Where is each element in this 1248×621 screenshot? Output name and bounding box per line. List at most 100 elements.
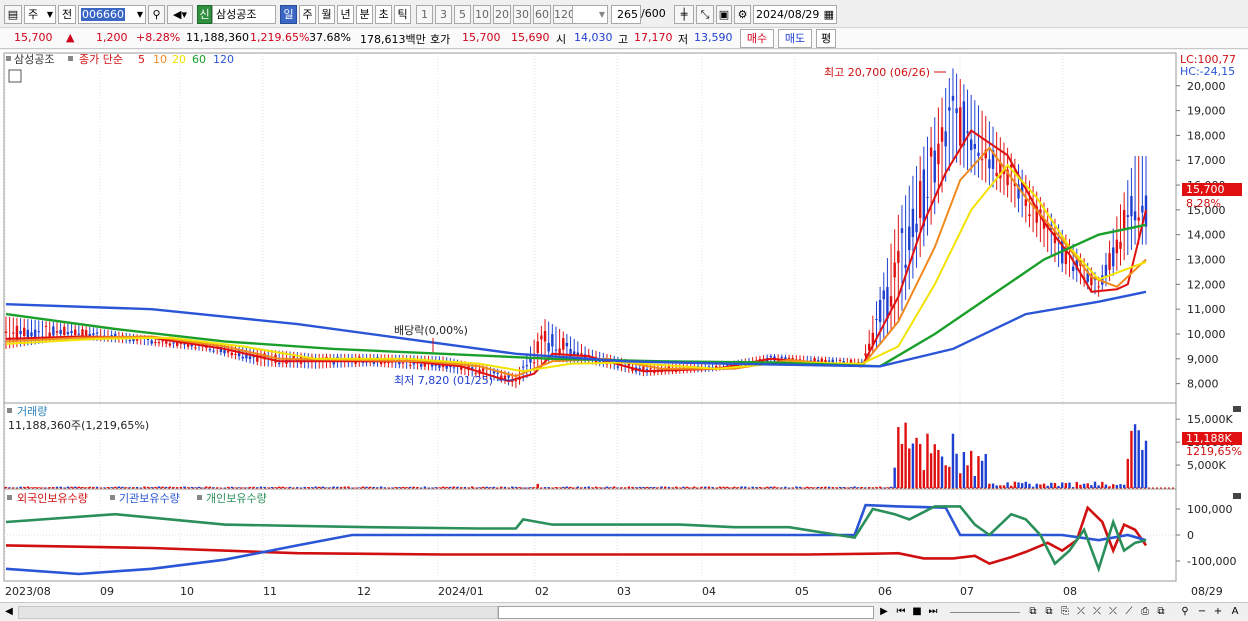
- legend-foreign: 외국인보유수량: [17, 492, 88, 505]
- first-page-icon[interactable]: ⏮: [894, 605, 908, 620]
- new-badge[interactable]: 신: [197, 5, 212, 24]
- volume-bar: [835, 487, 838, 488]
- volume-tick-label: 5,000K: [1187, 459, 1226, 472]
- market-select[interactable]: 주 ▼: [24, 5, 56, 24]
- buy-button[interactable]: 매수: [740, 29, 774, 48]
- trend-icon[interactable]: ⤫: [1074, 605, 1088, 620]
- price-tick-label: 10,000: [1187, 328, 1226, 341]
- volume-bar: [554, 487, 558, 488]
- interval-button[interactable]: 20: [493, 5, 511, 24]
- interval-button[interactable]: 60: [533, 5, 551, 24]
- period-button[interactable]: 초: [375, 5, 392, 24]
- volume-bar: [1115, 485, 1119, 488]
- chart-area[interactable]: 20,00019,00018,00017,00016,00015,00014,0…: [0, 50, 1248, 602]
- volume-bar: [736, 487, 740, 488]
- interval-button[interactable]: 3: [435, 5, 452, 24]
- scroll-thumb[interactable]: [498, 606, 874, 619]
- volume-bar: [489, 487, 492, 488]
- prev-toggle[interactable]: 전: [58, 5, 76, 24]
- print-icon[interactable]: ⎙: [1138, 605, 1152, 620]
- stop-icon[interactable]: ■: [910, 605, 924, 620]
- volume-bar: [379, 486, 383, 488]
- interval-button[interactable]: 30: [513, 5, 531, 24]
- scroll-bar[interactable]: ◀ ▶ ⏮ ■ ⏭ ⧉ ⧉ ⎘ ⤫ ⤫ ⤫ ⟋ ⎙ ⧉ ⚲ − + A: [0, 602, 1248, 621]
- eval-button[interactable]: 평: [816, 29, 836, 48]
- panel-close-icon[interactable]: [1233, 493, 1241, 499]
- legend-ma-10: 10: [153, 53, 167, 66]
- text-tool-icon[interactable]: A: [1228, 605, 1242, 620]
- volume-bar: [762, 487, 765, 489]
- volume-bar: [201, 487, 204, 489]
- fib-icon[interactable]: ⤫: [1090, 605, 1104, 620]
- volume-bar: [88, 486, 91, 488]
- date-label: 08/29: [1191, 585, 1223, 598]
- volume-bar: [893, 467, 896, 488]
- table-toggle-icon[interactable]: [8, 69, 22, 83]
- period-button[interactable]: 월: [318, 5, 335, 24]
- speaker-icon[interactable]: ◀▾: [167, 5, 193, 24]
- zoom-out-icon[interactable]: −: [1196, 605, 1208, 620]
- channel-icon[interactable]: ⤫: [1106, 605, 1120, 620]
- interval-button[interactable]: 10: [473, 5, 491, 24]
- volume-bar: [478, 487, 481, 488]
- interval-button[interactable]: 5: [454, 5, 471, 24]
- volume-bar: [1141, 449, 1144, 488]
- period-button[interactable]: 분: [356, 5, 373, 24]
- period-button[interactable]: 주: [299, 5, 316, 24]
- volume-bar: [817, 486, 820, 488]
- date-label: 09: [100, 585, 114, 598]
- candle-type-icon[interactable]: ╪: [674, 5, 694, 24]
- layout-icon[interactable]: ⧉: [1026, 605, 1040, 620]
- zoom-in-icon[interactable]: +: [1212, 605, 1224, 620]
- volume-bar: [146, 486, 150, 488]
- period-button[interactable]: 틱: [394, 5, 411, 24]
- volume-bar: [518, 487, 521, 488]
- last-page-icon[interactable]: ⏭: [926, 605, 940, 620]
- chart-canvas[interactable]: 20,00019,00018,00017,00016,00015,00014,0…: [0, 50, 1248, 602]
- scroll-right-icon[interactable]: ▶: [878, 605, 890, 620]
- date-input[interactable]: 2024/08/29 ▦: [753, 5, 837, 24]
- zoom-icon[interactable]: ⚲: [1178, 605, 1192, 620]
- price-tick-label: 18,000: [1187, 129, 1226, 142]
- gear-icon[interactable]: ⚙: [734, 5, 751, 24]
- custom-period-select[interactable]: ▼: [572, 5, 608, 24]
- interval-button[interactable]: 1: [416, 5, 433, 24]
- volume-bar: [288, 486, 292, 488]
- period-button[interactable]: 일: [280, 5, 297, 24]
- zoom-slider[interactable]: [950, 612, 1020, 613]
- wave-icon[interactable]: ⟋: [1122, 605, 1136, 620]
- volume-bar: [900, 443, 904, 488]
- line-tool-icon[interactable]: ⤡: [696, 5, 714, 24]
- compare-icon[interactable]: ⧉: [1042, 605, 1056, 620]
- screenshot-icon[interactable]: ⧉: [1154, 605, 1168, 620]
- volume-bar: [274, 487, 277, 488]
- candle-body: [904, 264, 907, 269]
- count-input[interactable]: 265: [611, 5, 641, 24]
- stock-code-input[interactable]: 006660 ▼: [78, 5, 146, 24]
- scroll-track[interactable]: [18, 606, 498, 619]
- sell-button[interactable]: 매도: [778, 29, 812, 48]
- volume-bar: [937, 449, 940, 488]
- volume-bar: [394, 487, 397, 488]
- calendar-icon[interactable]: ▦: [824, 6, 834, 23]
- window-menu-icon[interactable]: ▤: [4, 5, 22, 24]
- volume-bar: [540, 487, 543, 489]
- panel-close-icon[interactable]: [1233, 406, 1241, 412]
- volume-bar: [824, 486, 827, 488]
- candle-body: [401, 362, 405, 364]
- date-label: 03: [617, 585, 631, 598]
- copy-icon[interactable]: ⎘: [1058, 605, 1072, 620]
- scroll-left-icon[interactable]: ◀: [4, 605, 14, 620]
- candle-body: [88, 333, 91, 336]
- volume-bar: [452, 486, 456, 488]
- volume-bar: [572, 487, 576, 489]
- volume-bar: [744, 486, 747, 488]
- period-button[interactable]: 년: [337, 5, 354, 24]
- candle-body: [769, 356, 773, 358]
- candle-body: [81, 329, 84, 337]
- magnifier-icon[interactable]: ⚲: [148, 5, 165, 24]
- candle-body: [933, 150, 936, 183]
- volume-bar: [991, 483, 995, 488]
- chevron-down-icon: ▼: [46, 10, 53, 19]
- save-icon[interactable]: ▣: [716, 5, 732, 24]
